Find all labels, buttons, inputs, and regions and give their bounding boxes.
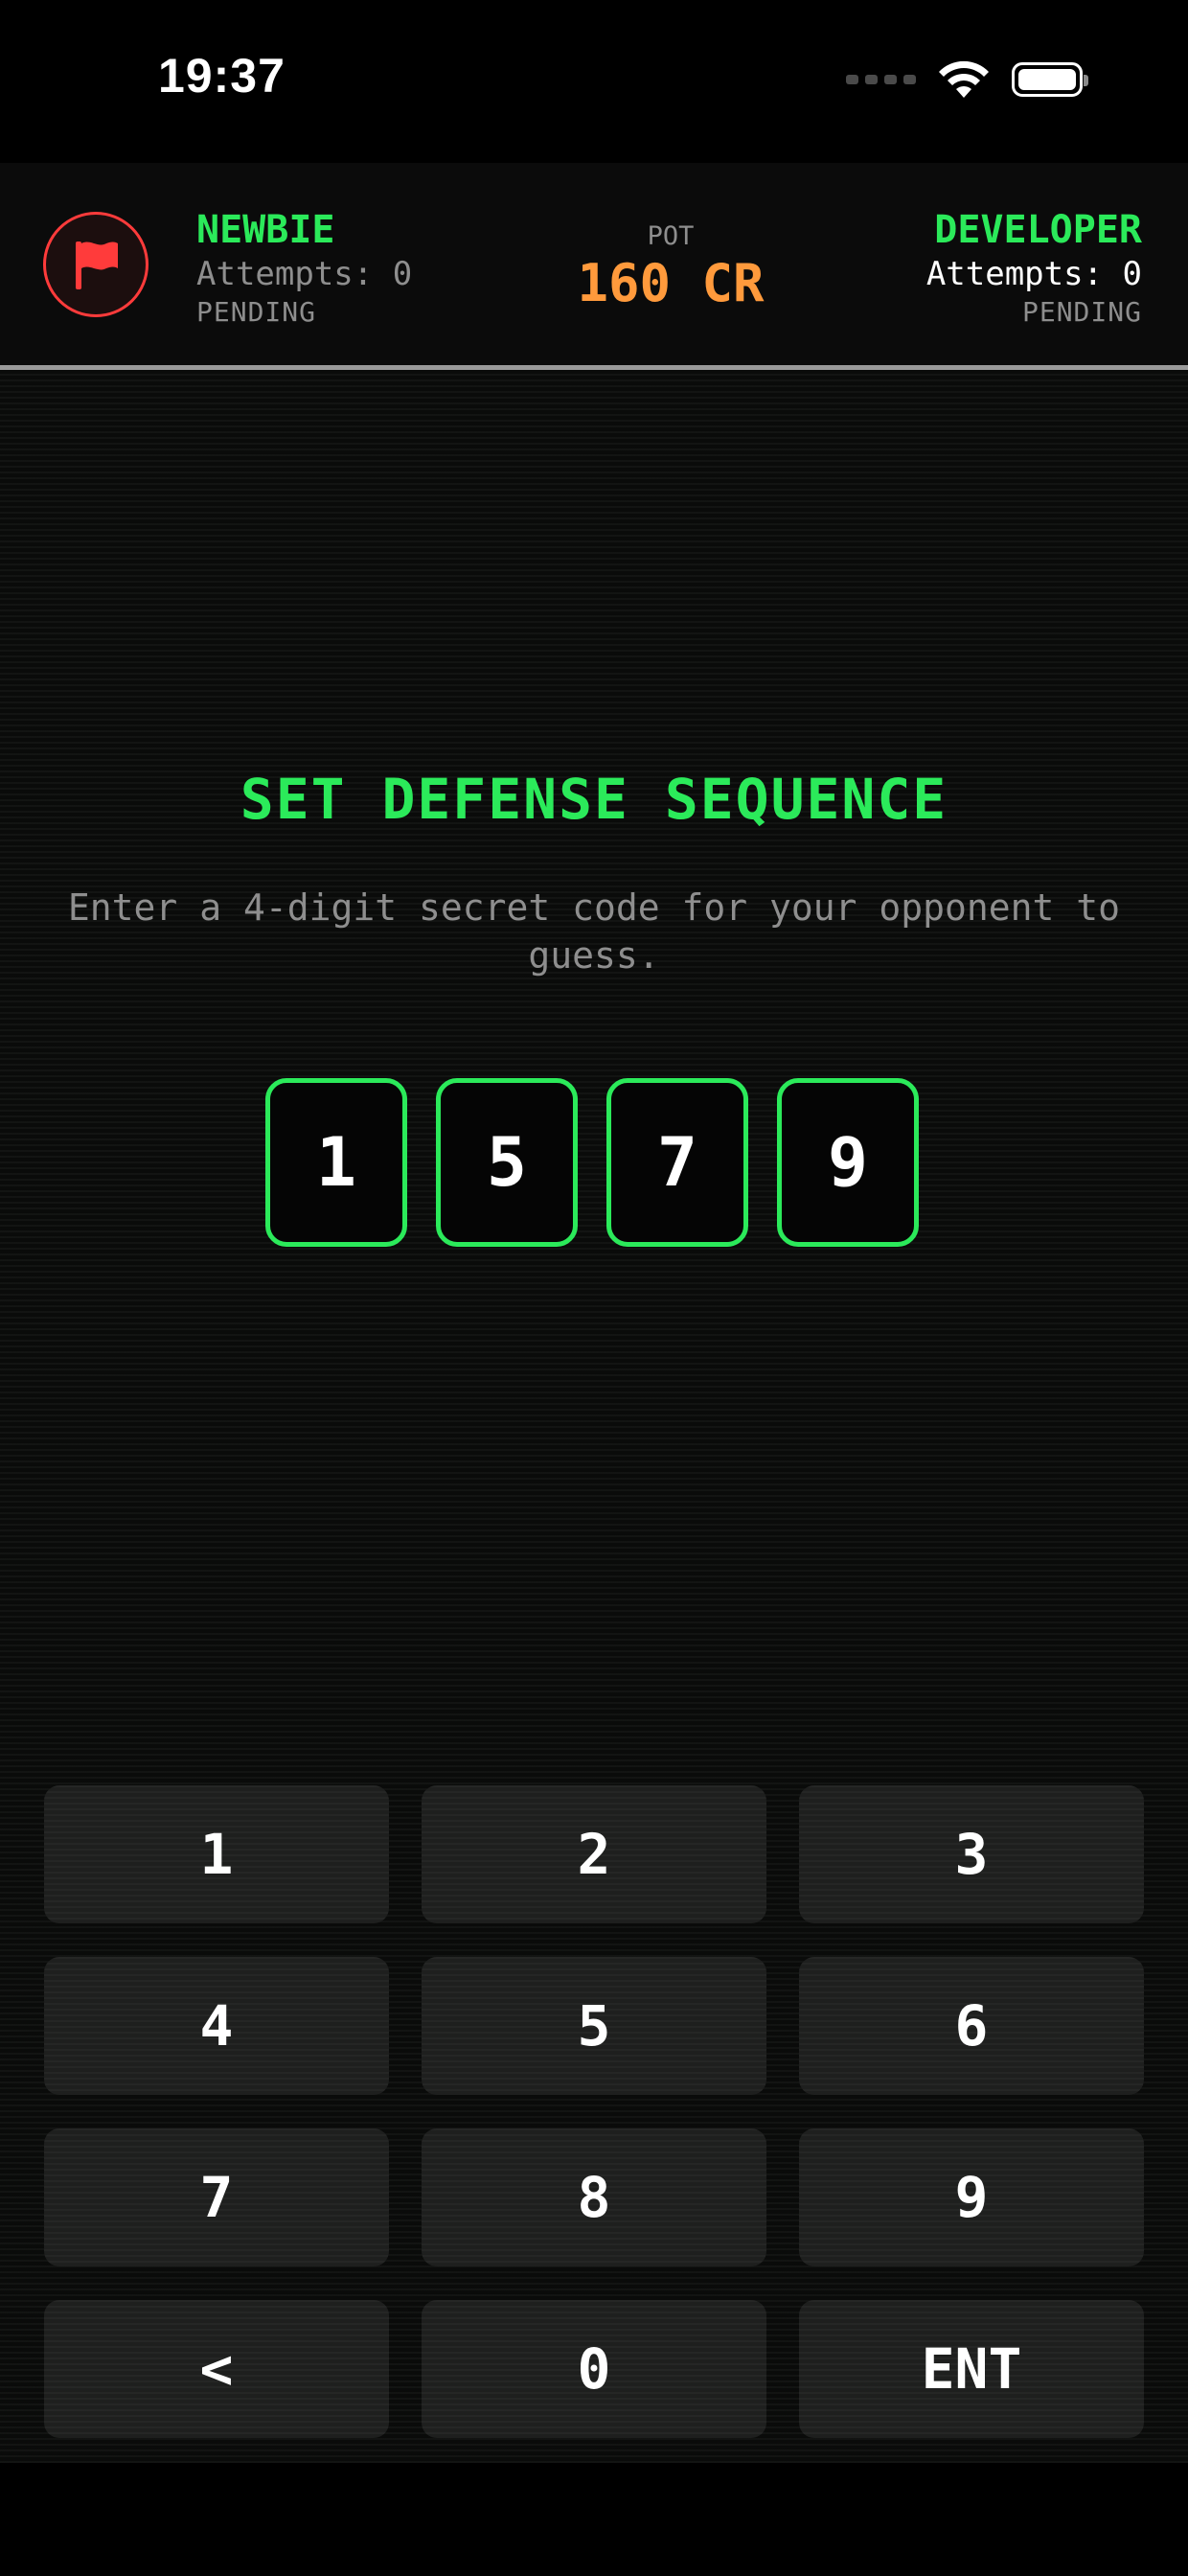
code-digit-1: 1 — [265, 1078, 407, 1247]
player-left-status: PENDING — [196, 296, 317, 328]
bottom-safe-area — [0, 2463, 1188, 2576]
player-right-status: PENDING — [1021, 296, 1142, 328]
key-4[interactable]: 4 — [44, 1957, 389, 2095]
pot-panel: POT 160 CR — [537, 220, 805, 314]
enter-key[interactable]: ENT — [799, 2300, 1144, 2438]
key-0[interactable]: 0 — [422, 2300, 766, 2438]
player-right-attempts: Attempts: 0 — [925, 255, 1142, 293]
player-left-panel: NEWBIE Attempts: 0 PENDING — [196, 207, 412, 330]
player-left-name: NEWBIE — [196, 208, 335, 252]
pot-value: 160 CR — [577, 253, 765, 313]
code-digits: 1 5 7 9 — [265, 1078, 919, 1247]
surrender-flag-button[interactable] — [43, 212, 148, 317]
key-3[interactable]: 3 — [799, 1785, 1144, 1923]
battery-icon — [1012, 62, 1088, 97]
game-screen: 19:37 NEWBIE Attempts: 0 PENDING POT 160… — [0, 0, 1188, 2576]
pot-label: POT — [647, 221, 695, 251]
player-right-panel: DEVELOPER Attempts: 0 PENDING — [926, 207, 1142, 330]
code-digit-3: 7 — [606, 1078, 748, 1247]
code-digit-2: 5 — [436, 1078, 578, 1247]
keypad: 1 2 3 4 5 6 7 8 9 < 0 ENT — [44, 1785, 1144, 2438]
key-7[interactable]: 7 — [44, 2128, 389, 2266]
backspace-key[interactable]: < — [44, 2300, 389, 2438]
status-time: 19:37 — [158, 49, 286, 103]
flag-icon — [76, 242, 118, 289]
status-icons — [846, 59, 1088, 100]
player-right-name: DEVELOPER — [934, 208, 1142, 252]
key-2[interactable]: 2 — [422, 1785, 766, 1923]
wifi-icon — [939, 60, 989, 98]
key-6[interactable]: 6 — [799, 1957, 1144, 2095]
instructions-text: Enter a 4-digit secret code for your opp… — [67, 886, 1121, 977]
key-5[interactable]: 5 — [422, 1957, 766, 2095]
player-left-attempts: Attempts: 0 — [196, 255, 413, 293]
header-divider — [0, 365, 1188, 370]
key-1[interactable]: 1 — [44, 1785, 389, 1923]
page-title: SET DEFENSE SEQUENCE — [240, 767, 948, 832]
code-digit-4: 9 — [777, 1078, 919, 1247]
cellular-signal-icon — [846, 75, 916, 84]
key-9[interactable]: 9 — [799, 2128, 1144, 2266]
status-bar: 19:37 — [0, 0, 1188, 163]
key-8[interactable]: 8 — [422, 2128, 766, 2266]
